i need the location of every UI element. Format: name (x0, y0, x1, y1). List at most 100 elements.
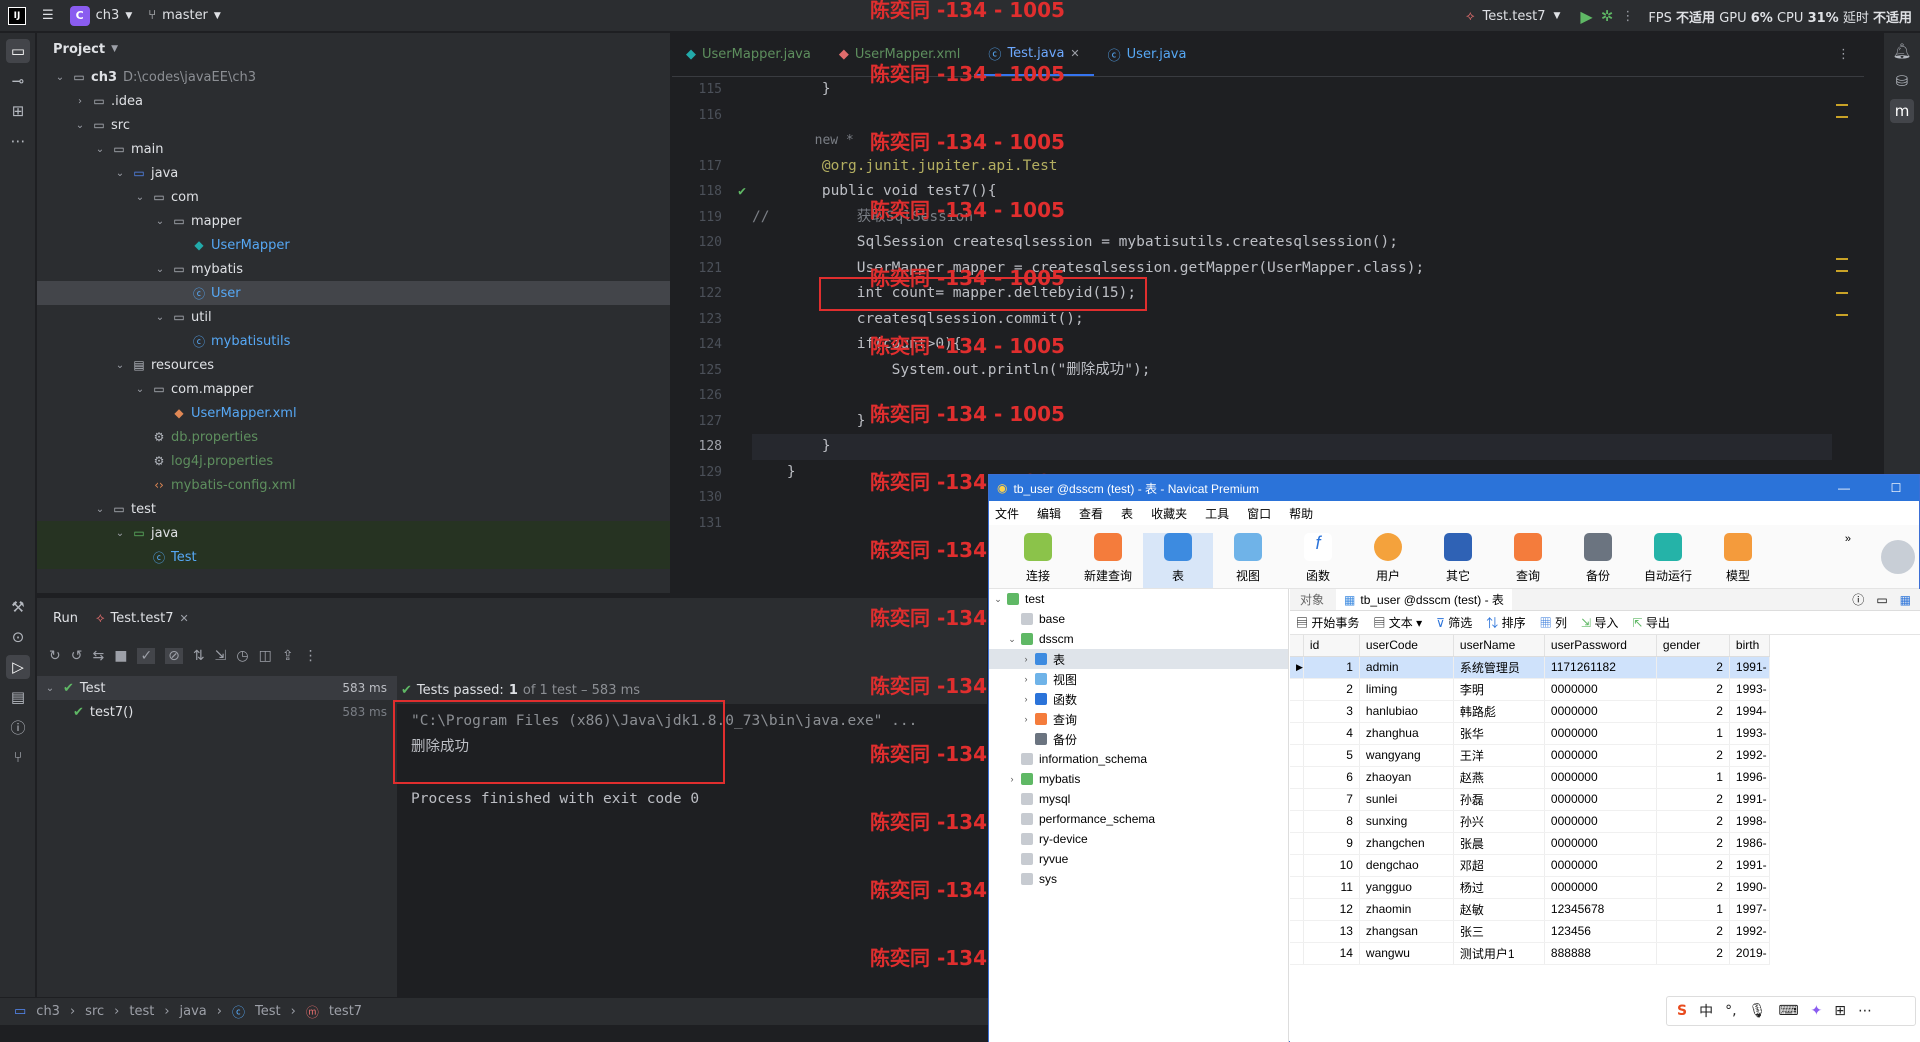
table-row[interactable]: 2 liming 李明 0000000 2 1993- (1290, 678, 1770, 701)
function-button[interactable]: f 函数 (1283, 533, 1353, 588)
conn-test[interactable]: ⌄ test (989, 589, 1288, 609)
breadcrumb-item[interactable]: src (85, 1004, 104, 1019)
db-information-schema[interactable]: information_schema (989, 749, 1288, 769)
table-cell[interactable]: 1996- (1729, 766, 1770, 789)
sort-duration-icon[interactable]: ⇲ (215, 648, 227, 664)
table-cell[interactable]: 0000000 (1544, 744, 1657, 767)
run-tool-icon[interactable]: ▷ (6, 655, 30, 679)
table-cell[interactable]: 测试用户1 (1453, 942, 1545, 965)
tree-item-usermapper[interactable]: ◆ UserMapper (37, 233, 670, 257)
table-cell[interactable]: 2 (1656, 700, 1730, 723)
table-cell[interactable]: zhanghua (1359, 722, 1454, 745)
structure-icon[interactable]: ⊞ (6, 99, 30, 123)
node-views[interactable]: › 视图 (989, 669, 1288, 689)
tree-item-com-mapper[interactable]: ⌄ ▭ com.mapper (37, 377, 670, 401)
tree-item-ch3[interactable]: ⌄ ▭ ch3 D:\codes\javaEE\ch3 (37, 65, 670, 89)
row-marker[interactable] (1290, 700, 1304, 723)
maven-icon[interactable]: m (1890, 99, 1914, 123)
table-cell[interactable]: yangguo (1359, 876, 1454, 899)
toolbox-icon[interactable]: ⊞ (1834, 1003, 1846, 1019)
row-marker[interactable] (1290, 920, 1304, 943)
table-cell[interactable]: 1993- (1729, 722, 1770, 745)
table-row[interactable]: 8 sunxing 孙兴 0000000 2 1998- (1290, 810, 1770, 833)
table-cell[interactable]: 1998- (1729, 810, 1770, 833)
menu-table[interactable]: 表 (1121, 505, 1133, 522)
row-marker[interactable] (1290, 722, 1304, 745)
table-cell[interactable]: 2 (1303, 678, 1360, 701)
stop-icon[interactable]: ■ (114, 648, 127, 664)
microphone-icon[interactable]: 🎙︎ (1749, 1003, 1767, 1019)
maximize-button[interactable]: ☐ (1873, 481, 1919, 495)
tree-item-log4j-properties[interactable]: ⚙ log4j.properties (37, 449, 670, 473)
table-button[interactable]: 表 (1143, 533, 1213, 588)
model-button[interactable]: 模型 (1703, 533, 1773, 588)
db-ryvue[interactable]: ryvue (989, 849, 1288, 869)
table-cell[interactable]: 12345678 (1544, 898, 1657, 921)
sort-button[interactable]: ⇅ 排序 (1486, 614, 1525, 631)
terminal-icon[interactable]: ▤ (6, 685, 30, 709)
row-marker[interactable]: ▶ (1290, 656, 1304, 679)
db-mysql[interactable]: mysql (989, 789, 1288, 809)
table-cell[interactable]: 1 (1656, 898, 1730, 921)
table-cell[interactable]: 1171261182 (1544, 656, 1657, 679)
menu-view[interactable]: 查看 (1079, 505, 1103, 522)
table-cell[interactable]: 3 (1303, 700, 1360, 723)
notifications-bell-icon[interactable]: 🔔︎ (1890, 39, 1914, 63)
close-icon[interactable]: ✕ (180, 612, 189, 625)
columns-button[interactable]: ▦ 列 (1540, 614, 1567, 631)
other-button[interactable]: 其它 (1423, 533, 1493, 588)
table-cell[interactable]: 888888 (1544, 942, 1657, 965)
db-performance-schema[interactable]: performance_schema (989, 809, 1288, 829)
close-icon[interactable]: ✕ (1070, 47, 1079, 60)
database-icon[interactable]: ⛁ (1890, 69, 1914, 93)
problems-icon[interactable]: ⓘ (6, 715, 30, 739)
test-passed-run-icon[interactable]: ✔ (738, 179, 746, 205)
table-cell[interactable]: 2 (1656, 744, 1730, 767)
row-marker[interactable] (1290, 766, 1304, 789)
tree-item-util[interactable]: ⌄ ▭ util (37, 305, 670, 329)
tab-usermapper-java[interactable]: ◆ UserMapper.java (672, 32, 825, 76)
table-cell[interactable]: 1994- (1729, 700, 1770, 723)
table-cell[interactable]: hanlubiao (1359, 700, 1454, 723)
minimize-button[interactable]: — (1821, 481, 1867, 495)
table-cell[interactable]: dengchao (1359, 854, 1454, 877)
table-cell[interactable]: 1 (1656, 766, 1730, 789)
begin-transaction-button[interactable]: ▤ 开始事务 (1296, 614, 1359, 631)
table-cell[interactable]: 2 (1656, 920, 1730, 943)
menu-help[interactable]: 帮助 (1289, 505, 1313, 522)
info-icon[interactable]: ⓘ (1852, 591, 1864, 608)
table-cell[interactable]: 123456 (1544, 920, 1657, 943)
table-cell[interactable]: 系统管理员 (1453, 656, 1545, 679)
table-cell[interactable]: 0000000 (1544, 788, 1657, 811)
import-button[interactable]: ⇲ 导入 (1581, 614, 1618, 631)
table-cell[interactable]: 1997- (1729, 898, 1770, 921)
tree-item-idea[interactable]: › ▭ .idea (37, 89, 670, 113)
row-marker[interactable] (1290, 876, 1304, 899)
tree-item-com[interactable]: ⌄ ▭ com (37, 185, 670, 209)
table-cell[interactable]: wangwu (1359, 942, 1454, 965)
column-header[interactable]: gender (1656, 635, 1730, 657)
table-cell[interactable]: 张三 (1453, 920, 1545, 943)
skin-icon[interactable]: ✦ (1811, 1003, 1823, 1019)
db-mybatis[interactable]: › mybatis (989, 769, 1288, 789)
test-item-test[interactable]: ⌄ ✔ Test 583 ms (37, 676, 397, 700)
tabs-more-icon[interactable]: ⋮ (1823, 32, 1864, 76)
tree-item-test-java[interactable]: ⌄ ▭ java (37, 521, 670, 545)
table-row[interactable]: 5 wangyang 王洋 0000000 2 1992- (1290, 744, 1770, 767)
text-button[interactable]: ▤ 文本 ▾ (1373, 614, 1422, 631)
user-button[interactable]: 用户 (1353, 533, 1423, 588)
db-base[interactable]: base (989, 609, 1288, 629)
table-row[interactable]: 12 zhaomin 赵敏 12345678 1 1997- (1290, 898, 1770, 921)
table-cell[interactable]: wangyang (1359, 744, 1454, 767)
table-cell[interactable]: 1992- (1729, 920, 1770, 943)
more-options-icon[interactable]: ⋮ (304, 648, 318, 664)
column-header[interactable]: userCode (1359, 635, 1454, 657)
project-panel-header[interactable]: Project ▼ (37, 33, 670, 65)
breadcrumb-item[interactable]: java (180, 1004, 207, 1019)
table-cell[interactable]: 1 (1303, 656, 1360, 679)
menu-window[interactable]: 窗口 (1247, 505, 1271, 522)
services-icon[interactable]: ⊙ (6, 625, 30, 649)
ddl-icon[interactable]: ▭ (1876, 593, 1887, 607)
table-cell[interactable]: 11 (1303, 876, 1360, 899)
table-row[interactable]: 14 wangwu 测试用户1 888888 2 2019- (1290, 942, 1770, 965)
